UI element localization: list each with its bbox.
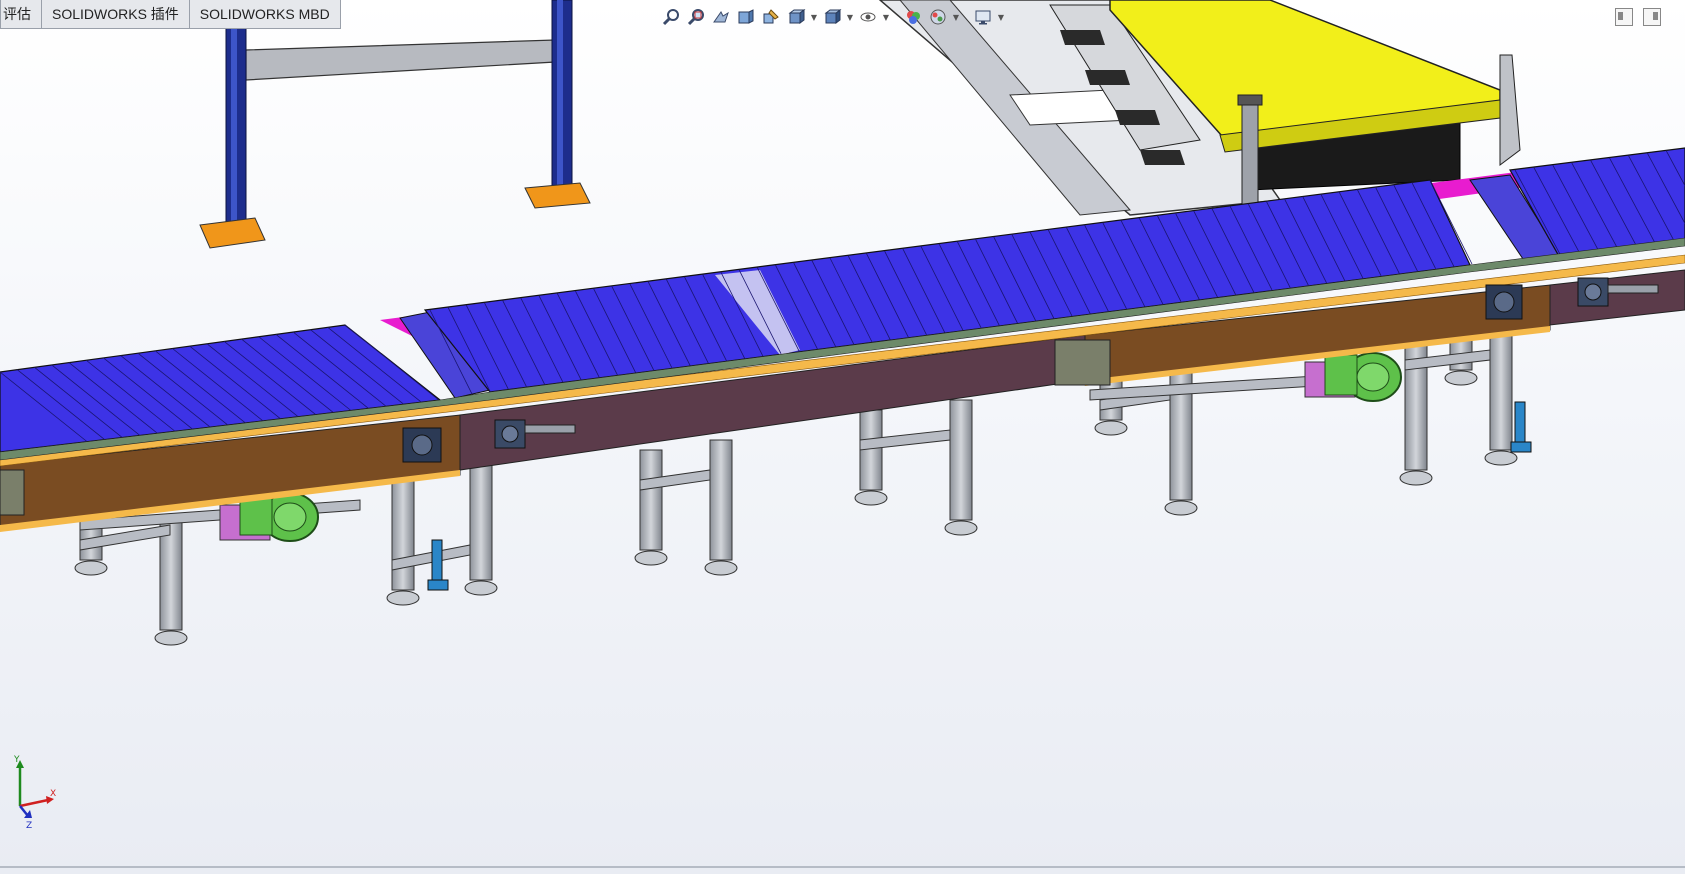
zoom-to-fit-icon[interactable]: [660, 6, 682, 28]
hide-show-items-icon[interactable]: [857, 6, 879, 28]
support-leg: [1404, 329, 1428, 471]
view-orientation-icon[interactable]: [785, 6, 807, 28]
sensor-right[interactable]: [1510, 401, 1532, 453]
zoom-to-area-icon[interactable]: [685, 6, 707, 28]
dynamic-annotation-icon[interactable]: [760, 6, 782, 28]
leveling-foot: [464, 580, 498, 596]
support-leg: [709, 439, 733, 561]
leveling-foot: [634, 550, 668, 566]
display-style-icon[interactable]: [821, 6, 843, 28]
collapse-left-icon[interactable]: [1615, 8, 1633, 26]
view-settings-icon[interactable]: [972, 6, 994, 28]
support-leg: [469, 459, 493, 581]
leveling-foot: [1484, 450, 1518, 466]
leveling-foot: [1399, 470, 1433, 486]
triad-z-label: Z: [26, 821, 32, 831]
x-axis-icon: [19, 798, 49, 808]
reference-triad[interactable]: Y X Z: [6, 752, 58, 832]
tab-solidworks-addins[interactable]: SOLIDWORKS 插件: [41, 0, 190, 29]
graphics-area[interactable]: 评估 SOLIDWORKS 插件 SOLIDWORKS MBD ▼ ▼ ▼ ▼ …: [0, 0, 1685, 874]
view-settings-dropdown-icon[interactable]: ▼: [997, 6, 1005, 28]
leveling-foot: [154, 630, 188, 646]
triad-x-label: X: [50, 789, 56, 799]
leveling-foot: [854, 490, 888, 506]
leveling-foot: [1444, 370, 1478, 386]
support-leg: [949, 399, 973, 521]
display-style-dropdown-icon[interactable]: ▼: [846, 6, 854, 28]
view-orientation-dropdown-icon[interactable]: ▼: [810, 6, 818, 28]
command-manager-tabs: 评估 SOLIDWORKS 插件 SOLIDWORKS MBD: [0, 0, 341, 30]
conveyor-model[interactable]: [0, 0, 1685, 874]
tab-solidworks-mbd[interactable]: SOLIDWORKS MBD: [188, 0, 341, 29]
leveling-foot: [704, 560, 738, 576]
tab-evaluate[interactable]: 评估: [0, 0, 42, 29]
collapse-right-icon[interactable]: [1643, 8, 1661, 26]
hide-show-dropdown-icon[interactable]: ▼: [882, 6, 890, 28]
leveling-foot: [386, 590, 420, 606]
apply-scene-dropdown-icon[interactable]: ▼: [952, 6, 960, 28]
column-frame[interactable]: [199, 0, 591, 249]
edit-appearance-icon[interactable]: [902, 6, 924, 28]
leveling-foot: [1094, 420, 1128, 436]
leveling-foot: [74, 560, 108, 576]
support-leg: [639, 449, 663, 551]
section-view-icon[interactable]: [735, 6, 757, 28]
support-leg: [1489, 319, 1513, 451]
leveling-foot: [944, 520, 978, 536]
status-separator: [0, 866, 1685, 868]
heads-up-view-toolbar: ▼ ▼ ▼ ▼ ▼: [660, 4, 1005, 30]
task-pane-toggles: [1615, 8, 1661, 26]
triad-y-label: Y: [13, 755, 20, 765]
sensor-left[interactable]: [427, 539, 449, 591]
previous-view-icon[interactable]: [710, 6, 732, 28]
drive-unit-right[interactable]: [1304, 352, 1402, 402]
support-leg: [391, 479, 415, 591]
apply-scene-icon[interactable]: [927, 6, 949, 28]
leveling-foot: [1164, 500, 1198, 516]
